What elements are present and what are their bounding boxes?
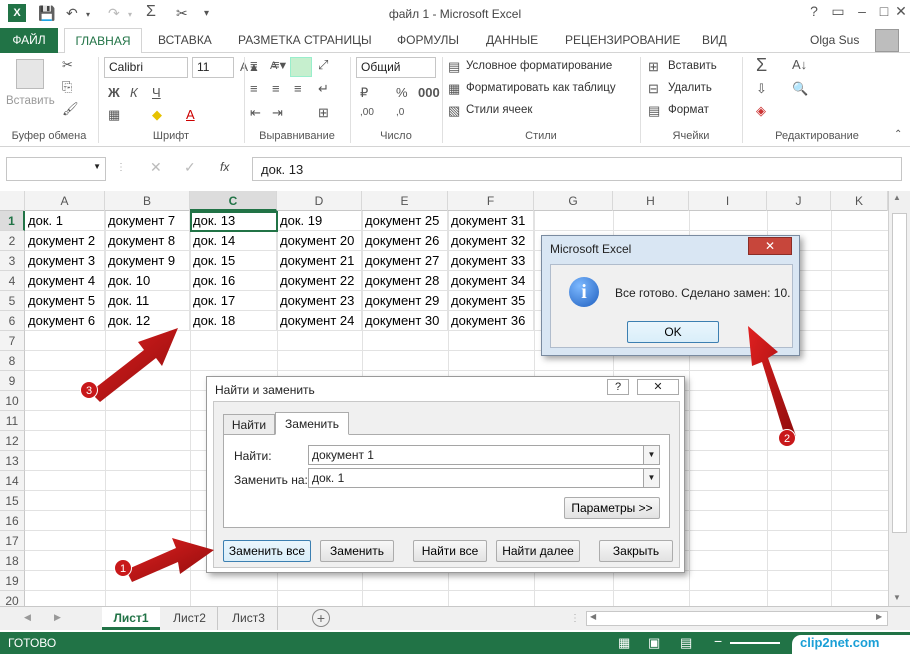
arrow-2	[748, 326, 796, 440]
tab-replace[interactable]: Заменить	[275, 412, 349, 435]
arrow-1	[126, 538, 214, 582]
arrow-3	[90, 328, 178, 402]
step-badge-2: 2	[778, 429, 796, 447]
step-badge-3: 3	[80, 381, 98, 399]
step-badge-1: 1	[114, 559, 132, 577]
annotation-arrows	[90, 326, 796, 582]
